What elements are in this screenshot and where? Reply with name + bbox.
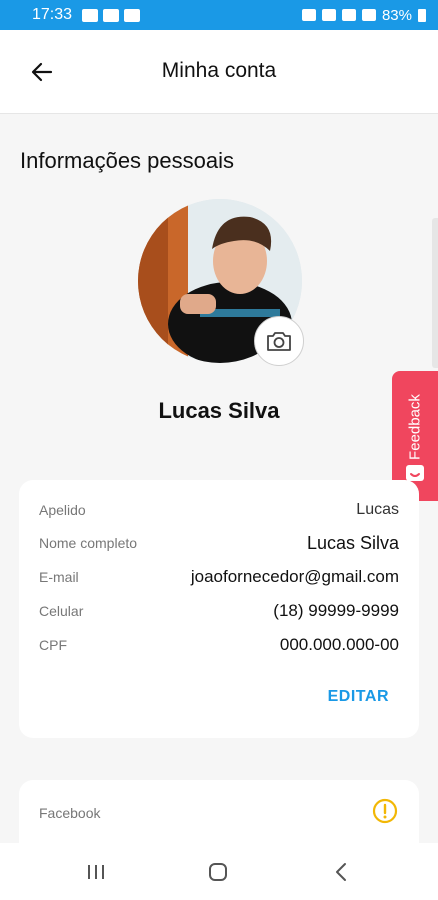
info-row-phone: Celular (18) 99999-9999: [39, 599, 399, 623]
signal-icon: [361, 9, 376, 21]
edit-button[interactable]: EDITAR: [328, 688, 389, 706]
recent-apps-button[interactable]: [83, 859, 109, 885]
battery-icon: [418, 8, 426, 22]
info-value: Lucas Silva: [306, 532, 399, 553]
personal-info-card: Apelido Lucas Nome completo Lucas Silva …: [19, 480, 419, 738]
info-row-cpf: CPF 000.000.000-00: [39, 633, 399, 657]
puzzle-icon: [103, 8, 120, 22]
feedback-label: Feedback: [406, 394, 424, 460]
image-icon: [82, 8, 99, 22]
info-label: E-mail: [39, 569, 79, 585]
info-value: Lucas: [356, 501, 399, 518]
app-bar: Minha conta: [0, 30, 438, 114]
system-nav-bar: [0, 843, 438, 900]
info-label: CPF: [39, 637, 67, 653]
status-time: 17:33: [32, 6, 73, 23]
section-title: Informações pessoais: [20, 148, 234, 173]
back-icon: [336, 863, 346, 881]
mail-icon: [124, 8, 141, 22]
info-value: 000.000.000-00: [279, 635, 399, 654]
page-title: Minha conta: [161, 59, 277, 82]
status-bar: 17:33 83%: [0, 0, 438, 30]
facebook-label: Facebook: [39, 805, 101, 821]
info-row-full-name: Nome completo Lucas Silva: [39, 531, 399, 555]
mute-icon: [321, 9, 336, 21]
home-button[interactable]: [205, 859, 231, 885]
feedback-icon: [406, 465, 424, 481]
warning-icon[interactable]: [372, 798, 398, 824]
info-value: (18) 99999-9999: [273, 601, 399, 620]
change-photo-button[interactable]: [254, 316, 304, 366]
info-label: Nome completo: [39, 535, 138, 551]
camera-icon: [267, 332, 291, 351]
info-label: Celular: [39, 603, 84, 619]
scroll-indicator: [432, 218, 438, 368]
battery-percent: 83%: [381, 6, 412, 24]
alarm-icon: [301, 9, 316, 21]
info-row-email: E-mail joaofornecedor@gmail.com: [39, 565, 399, 589]
system-back-button[interactable]: [328, 859, 354, 885]
recent-apps-icon: [88, 865, 104, 879]
user-name: Lucas Silva: [158, 398, 280, 423]
home-icon: [209, 863, 227, 881]
info-value: joaofornecedor@gmail.com: [190, 567, 399, 586]
wifi-icon: [341, 9, 356, 21]
info-row-nickname: Apelido Lucas: [39, 498, 399, 522]
info-label: Apelido: [39, 502, 86, 518]
